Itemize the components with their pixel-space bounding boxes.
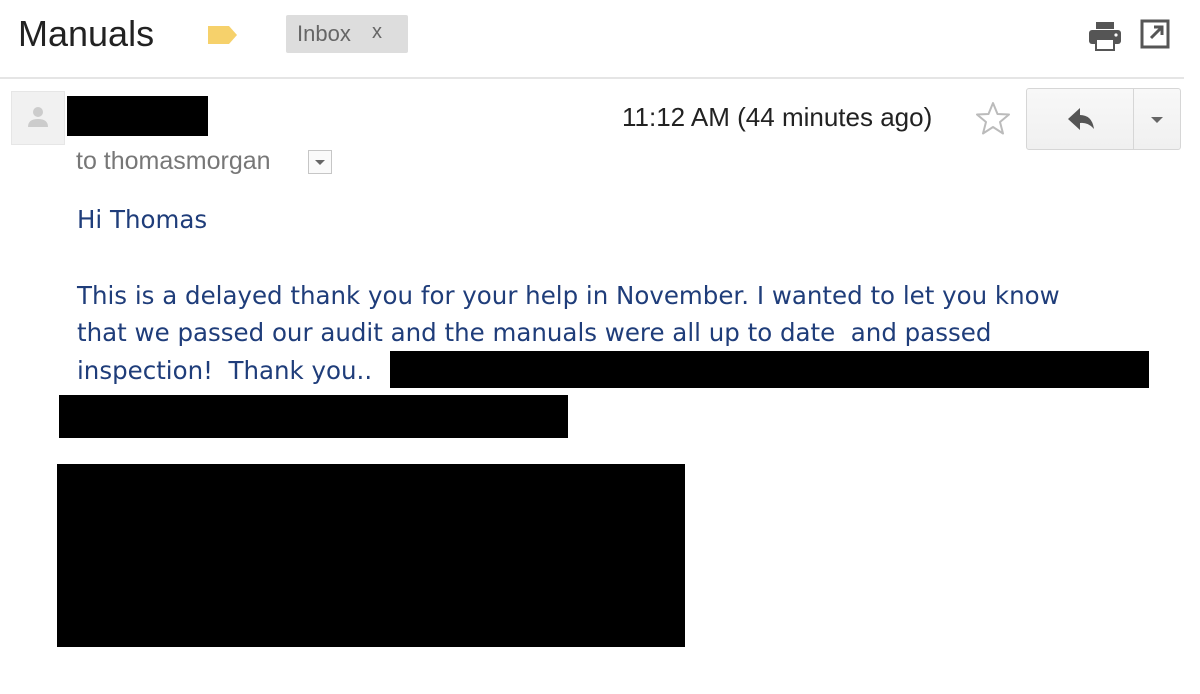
redacted-signature-block — [57, 464, 685, 647]
redacted-text-line-4 — [59, 395, 568, 438]
sender-avatar[interactable] — [11, 91, 65, 145]
open-in-new-window-icon[interactable] — [1139, 18, 1171, 50]
person-icon — [28, 107, 48, 127]
email-subject: Manuals — [18, 13, 155, 54]
body-greeting: Hi Thomas — [77, 205, 208, 234]
reply-button-group — [1026, 88, 1181, 150]
redacted-sender-name — [67, 96, 208, 136]
message-timestamp: 11:12 AM (44 minutes ago) — [622, 102, 933, 132]
print-icon[interactable] — [1087, 20, 1123, 52]
header-divider — [0, 77, 1184, 79]
label-tag-icon[interactable] — [206, 24, 238, 46]
body-line-2: that we passed our audit and the manuals… — [77, 318, 992, 347]
subject-bar: Manuals Inbox x — [0, 0, 1200, 76]
recipient-details-dropdown[interactable] — [308, 150, 332, 174]
recipient-line: to thomasmorgan — [76, 147, 271, 175]
inbox-label-text: Inbox — [297, 21, 351, 46]
redacted-text-line-3 — [390, 351, 1149, 388]
body-line-3: inspection! Thank you.. — [77, 356, 373, 385]
reply-arrow-icon — [1068, 108, 1094, 130]
chevron-down-icon — [315, 160, 325, 165]
star-outline-icon[interactable] — [974, 100, 1012, 138]
more-options-button[interactable] — [1134, 89, 1180, 149]
chevron-down-icon — [1151, 117, 1163, 123]
inbox-label-chip[interactable]: Inbox x — [286, 15, 408, 53]
remove-label-button[interactable]: x — [372, 21, 382, 44]
body-line-1: This is a delayed thank you for your hel… — [77, 281, 1060, 310]
reply-button[interactable] — [1027, 89, 1134, 149]
